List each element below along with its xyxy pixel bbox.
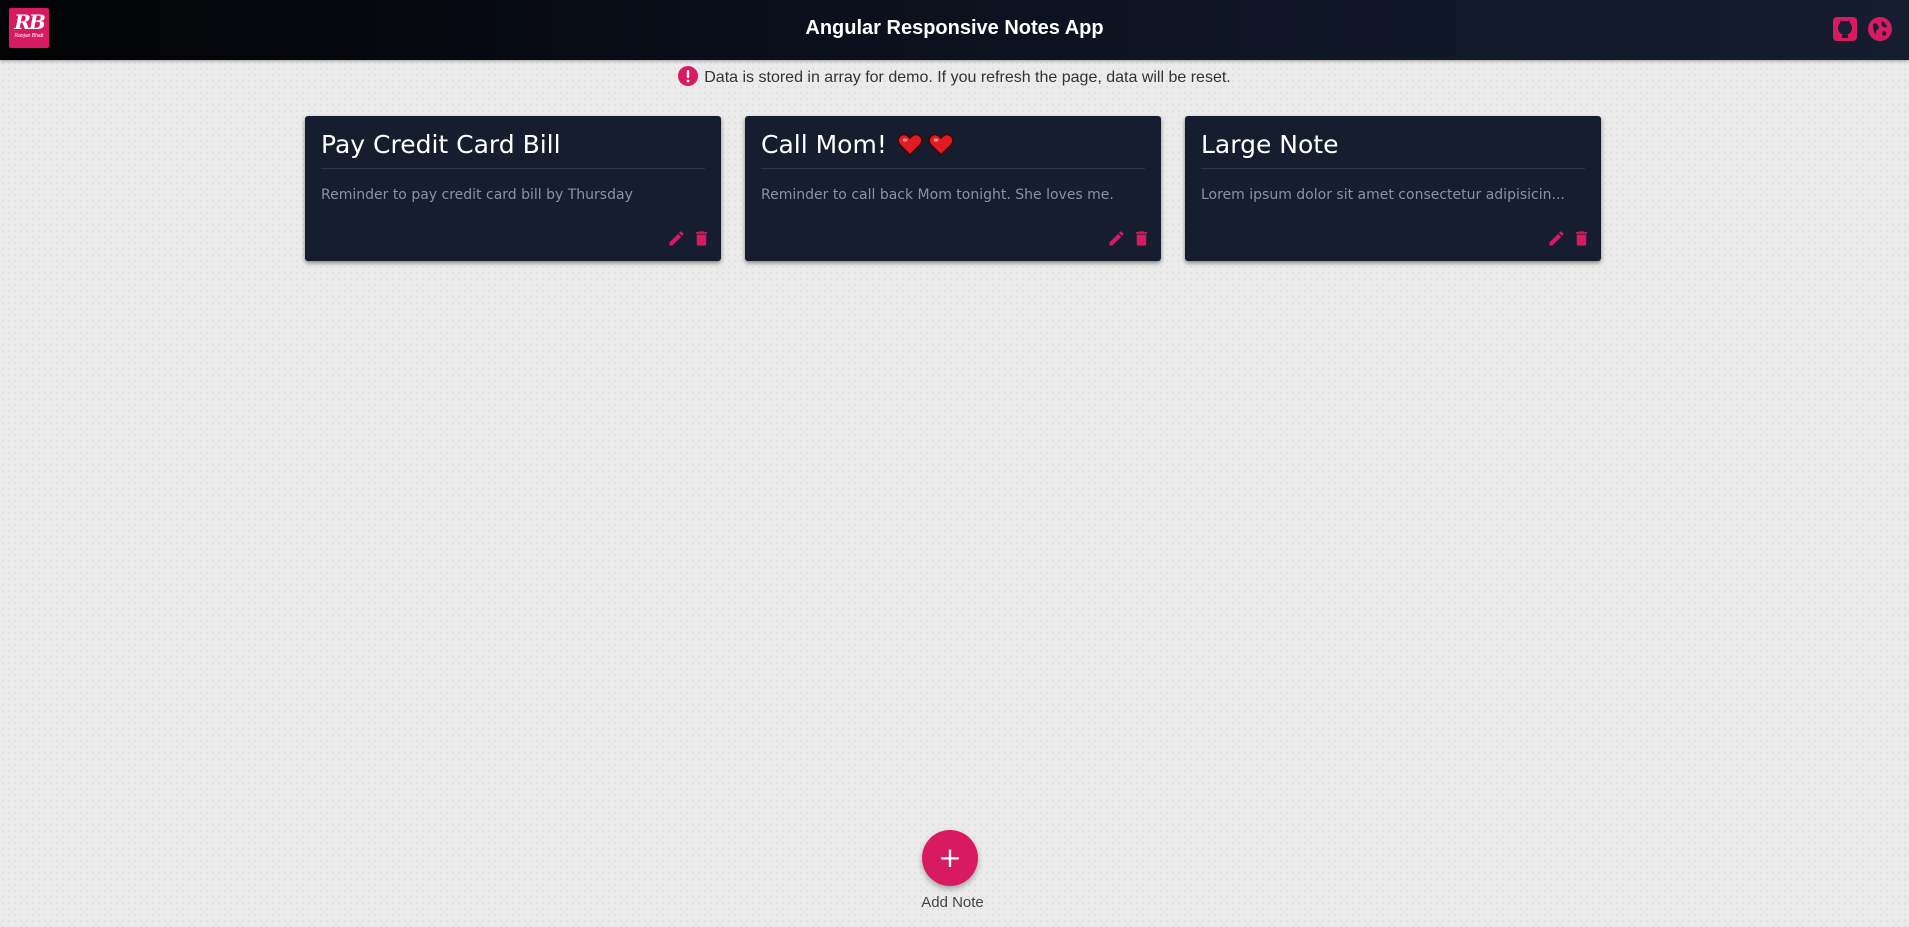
add-note-button[interactable]: + — [922, 830, 978, 886]
note-card[interactable]: Call Mom! Reminder to call back Mom toni… — [745, 116, 1161, 261]
note-title: Call Mom! — [761, 130, 887, 159]
note-actions — [1107, 229, 1151, 248]
note-card[interactable]: Pay Credit Card Bill Reminder to pay cre… — [305, 116, 721, 261]
globe-icon[interactable] — [1867, 16, 1893, 42]
note-divider — [321, 168, 705, 169]
alert-icon — [678, 66, 699, 86]
note-actions — [667, 229, 711, 248]
note-divider — [761, 168, 1145, 169]
note-divider — [1201, 168, 1585, 169]
note-description: Reminder to call back Mom tonight. She l… — [761, 187, 1114, 203]
app-title: Angular Responsive Notes App — [805, 17, 1104, 39]
note-title: Large Note — [1201, 130, 1339, 159]
delete-icon[interactable] — [1132, 229, 1151, 248]
heart-icon — [928, 133, 954, 157]
delete-icon[interactable] — [1572, 229, 1591, 248]
note-title: Pay Credit Card Bill — [321, 130, 561, 159]
edit-icon[interactable] — [1107, 229, 1126, 248]
edit-icon[interactable] — [667, 229, 686, 248]
heart-icon — [897, 133, 923, 157]
note-card[interactable]: Large Note Lorem ipsum dolor sit amet co… — [1185, 116, 1601, 261]
info-banner: Data is stored in array for demo. If you… — [0, 66, 1909, 89]
note-title-row: Pay Credit Card Bill — [321, 127, 705, 163]
note-actions — [1547, 229, 1591, 248]
top-bar: RB Ranjan Bhatt Angular Responsive Notes… — [0, 0, 1909, 60]
heart-icons — [897, 133, 954, 157]
add-note-label: Add Note — [921, 894, 984, 911]
note-title-row: Call Mom! — [761, 127, 1145, 163]
note-title-row: Large Note — [1201, 127, 1585, 163]
note-description: Reminder to pay credit card bill by Thur… — [321, 187, 633, 203]
github-icon[interactable] — [1832, 16, 1858, 42]
info-message: Data is stored in array for demo. If you… — [704, 69, 1231, 86]
delete-icon[interactable] — [692, 229, 711, 248]
note-description: Lorem ipsum dolor sit amet consectetur a… — [1201, 187, 1565, 203]
edit-icon[interactable] — [1547, 229, 1566, 248]
